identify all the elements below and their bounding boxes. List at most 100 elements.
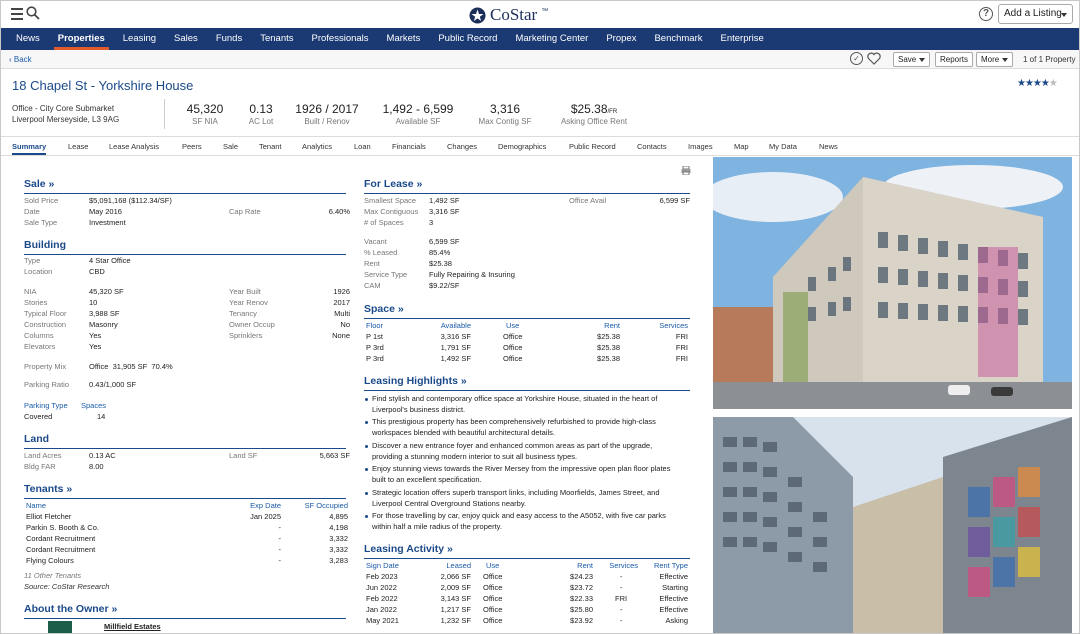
tab-summary[interactable]: Summary <box>12 142 47 155</box>
space-col-floor[interactable]: Floor <box>366 321 383 331</box>
tenant-sf: 3,332 <box>329 545 348 554</box>
nav-leasing[interactable]: Leasing <box>114 28 165 50</box>
activity-leased: 2,066 SF <box>440 572 471 581</box>
tab-contacts[interactable]: Contacts <box>637 142 667 151</box>
owner-name-link[interactable]: Millfield Estates <box>104 622 161 632</box>
highlight-line: Liverpool's business district. <box>372 404 466 414</box>
reports-button[interactable]: Reports <box>935 52 974 67</box>
nav-tenants[interactable]: Tenants <box>251 28 302 50</box>
checkmark-icon[interactable]: ✓ <box>850 52 863 65</box>
nav-enterprise[interactable]: Enterprise <box>712 28 773 50</box>
space-col-available[interactable]: Available <box>421 321 471 331</box>
activity-services: FRI <box>615 594 628 603</box>
add-listing-dropdown[interactable]: Add a Listing <box>998 4 1073 24</box>
hamburger-menu-icon[interactable] <box>11 8 23 20</box>
building-photo-exterior[interactable] <box>713 157 1072 409</box>
nav-marketing-center[interactable]: Marketing Center <box>506 28 597 50</box>
tab-public-record[interactable]: Public Record <box>569 142 616 151</box>
nav-markets[interactable]: Markets <box>378 28 430 50</box>
search-icon[interactable] <box>26 6 40 20</box>
tab-sale[interactable]: Sale <box>223 142 238 151</box>
star-rating: ★★★★★ <box>1017 78 1058 89</box>
tab-demographics[interactable]: Demographics <box>498 142 546 151</box>
costar-logo[interactable]: CoStar ™ <box>469 5 548 25</box>
space-services: FRI <box>675 332 688 341</box>
lease-label: % Leased <box>364 248 398 257</box>
tab-lease[interactable]: Lease <box>68 142 88 151</box>
nav-sales[interactable]: Sales <box>165 28 207 50</box>
nav-professionals[interactable]: Professionals <box>303 28 378 50</box>
tab-lease-analysis[interactable]: Lease Analysis <box>109 142 159 151</box>
tenants-heading[interactable]: Tenants » <box>24 483 348 499</box>
tenants-source: Source: CoStar Research <box>24 582 110 591</box>
for-lease-heading[interactable]: For Lease » <box>364 178 693 194</box>
nav-news[interactable]: News <box>7 28 49 50</box>
activity-col-rent[interactable]: Rent <box>546 561 593 571</box>
nav-properties[interactable]: Properties <box>49 28 114 50</box>
property-mix-value: Office 31,905 SF 70.4% <box>89 362 173 371</box>
brand-tm: ™ <box>541 7 549 15</box>
owner-heading[interactable]: About the Owner » <box>24 603 348 619</box>
highlight-line: Liverpool Central Overground Stations ne… <box>372 498 527 508</box>
chevron-down-icon <box>1061 13 1067 17</box>
space-col-rent[interactable]: Rent <box>571 321 620 331</box>
tab-my-data[interactable]: My Data <box>769 142 797 151</box>
stat-value: 1926 / 2017 <box>295 102 359 116</box>
space-col-use[interactable]: Use <box>506 321 519 331</box>
tenants-col-exp[interactable]: Exp Date <box>231 501 281 511</box>
highlight-item: Enjoy stunning views towards the River M… <box>365 464 697 485</box>
activity-col-services[interactable]: Services <box>601 561 638 571</box>
tab-map[interactable]: Map <box>734 142 749 151</box>
space-heading[interactable]: Space » <box>364 303 688 319</box>
parking-type-header: Parking Type <box>24 401 68 410</box>
building-value: 10 <box>89 298 98 307</box>
leasing-activity-heading[interactable]: Leasing Activity » <box>364 543 690 559</box>
activity-col-sign-date[interactable]: Sign Date <box>366 561 399 571</box>
building-label: Elevators <box>24 342 56 351</box>
tenants-col-sf[interactable]: SF Occupied <box>288 501 348 511</box>
tenant-exp: - <box>278 545 282 554</box>
back-link[interactable]: ‹ Back <box>9 55 32 64</box>
activity-sign-date: Jun 2022 <box>366 583 397 592</box>
tab-financials[interactable]: Financials <box>392 142 426 151</box>
nav-propex[interactable]: Propex <box>597 28 645 50</box>
detail-tabs: Summary Lease Lease Analysis Peers Sale … <box>1 137 1079 156</box>
top-bar: CoStar ™ ? Add a Listing <box>1 1 1079 28</box>
chevron-down-icon <box>1002 57 1009 62</box>
activity-col-use[interactable]: Use <box>486 561 499 571</box>
divider <box>164 99 165 129</box>
tenants-col-name[interactable]: Name <box>26 501 46 511</box>
tab-loan[interactable]: Loan <box>354 142 371 151</box>
tab-analytics[interactable]: Analytics <box>302 142 332 151</box>
parking-ratio-label: Parking Ratio <box>24 380 70 389</box>
tab-tenant[interactable]: Tenant <box>259 142 282 151</box>
tab-changes[interactable]: Changes <box>447 142 477 151</box>
printer-icon[interactable] <box>681 166 691 175</box>
land-sf-label: Land SF <box>229 451 258 460</box>
tab-images[interactable]: Images <box>688 142 713 151</box>
nav-public-record[interactable]: Public Record <box>429 28 506 50</box>
costar-app: CoStar ™ ? Add a Listing News Properties … <box>0 0 1080 634</box>
sale-label: Sale Type <box>24 218 58 227</box>
more-button[interactable]: More <box>976 52 1014 67</box>
tab-news[interactable]: News <box>819 142 838 151</box>
building-value: 4 Star Office <box>89 256 131 265</box>
tab-peers[interactable]: Peers <box>182 142 202 151</box>
nav-funds[interactable]: Funds <box>207 28 251 50</box>
space-col-services[interactable]: Services <box>641 321 688 331</box>
activity-col-leased[interactable]: Leased <box>421 561 471 571</box>
sale-heading[interactable]: Sale » <box>24 178 350 194</box>
building-photo-street[interactable] <box>713 417 1072 633</box>
tenant-sf: 4,895 <box>329 512 348 521</box>
building-label: Owner Occup <box>229 320 275 329</box>
land-heading: Land <box>24 433 348 449</box>
other-tenants-link[interactable]: 11 Other Tenants <box>24 571 81 581</box>
nav-benchmark[interactable]: Benchmark <box>645 28 711 50</box>
heart-icon[interactable] <box>867 52 881 65</box>
save-button[interactable]: Save <box>893 52 931 67</box>
tenant-exp: - <box>278 556 282 565</box>
help-icon[interactable]: ? <box>979 7 993 21</box>
leasing-highlights-heading[interactable]: Leasing Highlights » <box>364 375 690 391</box>
activity-col-rent-type[interactable]: Rent Type <box>641 561 688 571</box>
building-label: Columns <box>24 331 54 340</box>
